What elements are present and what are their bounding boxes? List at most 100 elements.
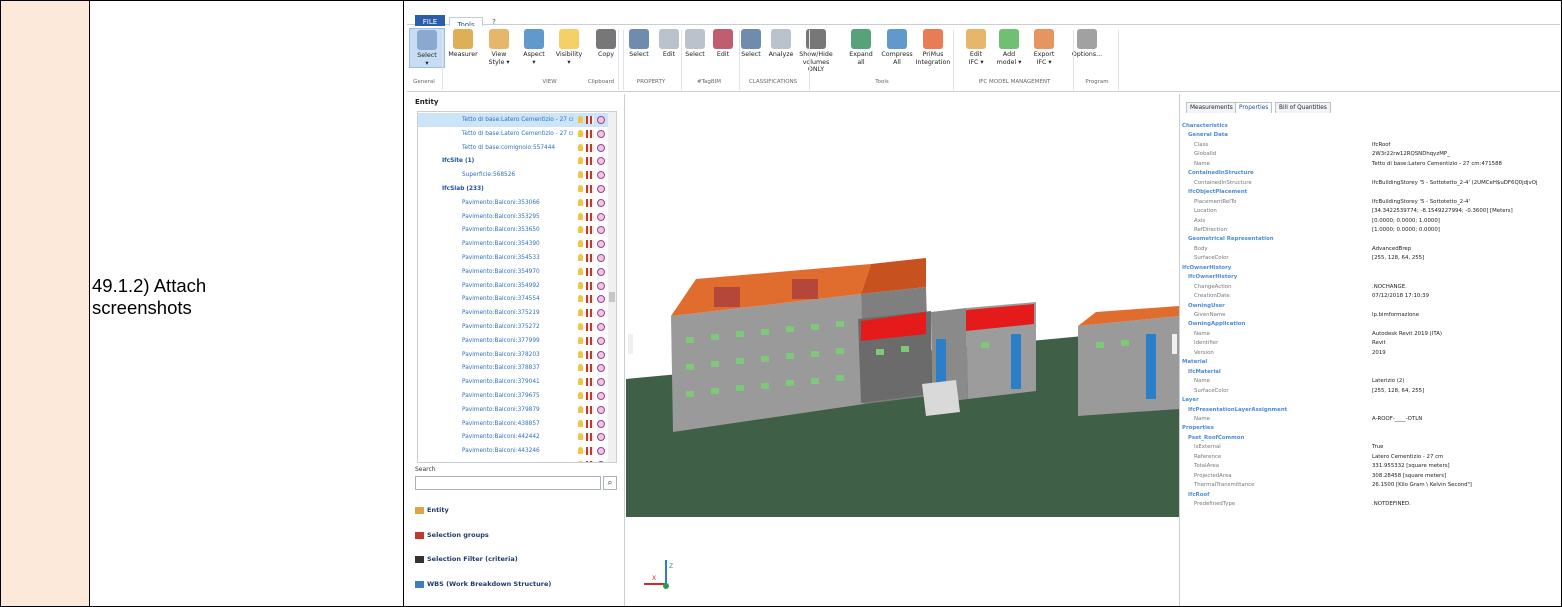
grid-icon[interactable]: [586, 157, 594, 166]
visibility-bulb-icon[interactable]: [578, 281, 583, 289]
search-icon[interactable]: ⌕: [603, 476, 617, 490]
property-section[interactable]: General Data: [1188, 131, 1228, 140]
3d-viewport[interactable]: X Z: [626, 94, 1179, 606]
tree-row[interactable]: Pavimento:Balconi:375219: [418, 306, 608, 320]
tree-row[interactable]: Pavimento:Balconi:354992: [418, 279, 608, 293]
grid-icon[interactable]: [586, 254, 594, 262]
property-section[interactable]: OwningApplication: [1188, 320, 1245, 329]
tree-scrollbar[interactable]: [608, 112, 616, 462]
isolate-icon[interactable]: [597, 116, 605, 124]
tree-row[interactable]: Pavimento:Balconi:375272: [418, 320, 608, 334]
tree-row[interactable]: Pavimento:Balconi:438857: [418, 417, 608, 431]
isolate-icon[interactable]: [597, 143, 605, 152]
property-section[interactable]: IfcPresentationLayerAssignment: [1188, 406, 1287, 415]
tree-row[interactable]: Pavimento:Balconi:353295: [418, 210, 608, 224]
grid-icon[interactable]: [586, 185, 594, 193]
grid-icon[interactable]: [586, 323, 594, 331]
nav-selection-groups[interactable]: Selection groups: [415, 531, 489, 539]
property-section[interactable]: Geometrical Representation: [1188, 235, 1274, 244]
visibility-button[interactable]: Visibility ▾: [551, 28, 587, 66]
grid-icon[interactable]: [586, 129, 594, 138]
select-button[interactable]: Select ▾: [409, 28, 445, 68]
tree-row[interactable]: Pavimento:Balconi:353650: [418, 223, 608, 237]
aspect-button[interactable]: Aspect ▾: [516, 28, 552, 66]
grid-icon[interactable]: [586, 392, 594, 400]
isolate-icon[interactable]: [597, 295, 605, 304]
tree-row[interactable]: IfcSlab (233): [418, 182, 608, 196]
grid-icon[interactable]: [586, 350, 594, 359]
isolate-icon[interactable]: [597, 267, 605, 276]
visibility-bulb-icon[interactable]: [578, 295, 583, 303]
visibility-bulb-icon[interactable]: [578, 336, 583, 344]
tree-row[interactable]: Pavimento:Balconi:378203: [418, 348, 608, 362]
tab-properties[interactable]: Properties: [1235, 102, 1273, 113]
tree-row[interactable]: Tetto di base:comignolo:557444: [418, 141, 608, 155]
isolate-icon[interactable]: [597, 198, 605, 207]
options-button[interactable]: Options...: [1069, 28, 1105, 59]
grid-icon[interactable]: [586, 171, 594, 180]
isolate-icon[interactable]: [597, 378, 605, 387]
nav-selection-filter[interactable]: Selection Filter (criteria): [415, 555, 518, 563]
visibility-bulb-icon[interactable]: [578, 143, 583, 151]
visibility-bulb-icon[interactable]: [578, 447, 583, 455]
grid-icon[interactable]: [586, 143, 594, 152]
visibility-bulb-icon[interactable]: [578, 129, 583, 137]
primus-button[interactable]: PriMus Integration: [915, 28, 951, 66]
isolate-icon[interactable]: [597, 419, 605, 428]
property-section[interactable]: Characteristics: [1182, 122, 1228, 131]
property-section[interactable]: ContainedInStructure: [1188, 169, 1254, 178]
tree-row[interactable]: Pavimento:Balconi:379675: [418, 389, 608, 403]
property-section[interactable]: IfcObjectPlacement: [1188, 188, 1247, 197]
tree-row[interactable]: Pavimento:Balconi:377999: [418, 334, 608, 348]
visibility-bulb-icon[interactable]: [578, 116, 583, 123]
visibility-bulb-icon[interactable]: [578, 378, 583, 386]
collapse-right-handle[interactable]: [1172, 334, 1177, 354]
isolate-icon[interactable]: [597, 157, 605, 166]
grid-icon[interactable]: [586, 212, 594, 221]
isolate-icon[interactable]: [597, 129, 605, 138]
add-model-button[interactable]: Add model ▾: [991, 28, 1027, 66]
grid-icon[interactable]: [586, 419, 594, 428]
grid-icon[interactable]: [586, 378, 594, 387]
tree-row[interactable]: Pavimento:Balconi:374554: [418, 292, 608, 306]
visibility-bulb-icon[interactable]: [578, 157, 583, 165]
tree-row[interactable]: Pavimento:Balconi:443246: [418, 444, 608, 458]
isolate-icon[interactable]: [597, 226, 605, 235]
property-section[interactable]: Properties: [1182, 424, 1214, 433]
tree-row[interactable]: Pavimento:Balconi:379041: [418, 375, 608, 389]
tree-row[interactable]: Pavimento:Balconi:353066: [418, 196, 608, 210]
class-analyze-button[interactable]: Analyze: [763, 28, 799, 59]
collapse-left-handle[interactable]: [628, 334, 633, 354]
visibility-bulb-icon[interactable]: [578, 433, 583, 441]
property-section[interactable]: IfcRoof: [1188, 491, 1209, 500]
property-section[interactable]: Pset_RoofCommon: [1188, 434, 1244, 443]
visibility-bulb-icon[interactable]: [578, 226, 583, 234]
grid-icon[interactable]: [586, 116, 594, 124]
tree-row[interactable]: Tetto di base:Latero Cementizio - 27 cı: [418, 127, 608, 141]
measurer-button[interactable]: Measurer: [445, 28, 481, 59]
isolate-icon[interactable]: [597, 461, 605, 462]
isolate-icon[interactable]: [597, 323, 605, 331]
property-section[interactable]: Material: [1182, 358, 1207, 367]
isolate-icon[interactable]: [597, 433, 605, 442]
isolate-icon[interactable]: [597, 350, 605, 359]
isolate-icon[interactable]: [597, 281, 605, 290]
tree-row[interactable]: Superficie:568526: [418, 168, 608, 182]
visibility-bulb-icon[interactable]: [578, 350, 583, 358]
tree-row[interactable]: Pavimento:Balconi:442442: [418, 430, 608, 444]
search-input[interactable]: [415, 476, 601, 490]
visibility-bulb-icon[interactable]: [578, 392, 583, 399]
isolate-icon[interactable]: [597, 185, 605, 193]
visibility-bulb-icon[interactable]: [578, 461, 583, 462]
grid-icon[interactable]: [586, 433, 594, 442]
tree-row[interactable]: Pavimento:Balconi:378837: [418, 361, 608, 375]
grid-icon[interactable]: [586, 461, 594, 462]
grid-icon[interactable]: [586, 267, 594, 276]
visibility-bulb-icon[interactable]: [578, 240, 583, 248]
grid-icon[interactable]: [586, 226, 594, 235]
property-section[interactable]: Layer: [1182, 396, 1199, 405]
property-section[interactable]: IfcOwnerHistory: [1182, 264, 1231, 273]
expand-all-button[interactable]: Expand all: [843, 28, 879, 66]
scrollbar-thumb[interactable]: [609, 292, 615, 302]
tab-bill-of-quantities[interactable]: Bill of Quantities: [1275, 102, 1331, 113]
